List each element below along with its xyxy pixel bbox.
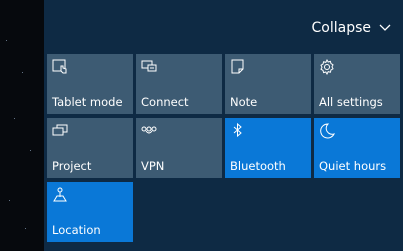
star (14, 118, 15, 119)
tile-label: Bluetooth (230, 159, 286, 173)
tile-label: Location (52, 223, 101, 237)
bluetooth-tile[interactable]: Bluetooth (225, 118, 311, 178)
tile-label: Note (230, 95, 258, 109)
collapse-button[interactable]: Collapse (312, 18, 392, 38)
note-tile[interactable]: Note (225, 54, 311, 114)
action-center-quick-actions: Collapse Tablet mode Connect Note All se… (44, 0, 403, 251)
star (6, 40, 7, 41)
vpn-tile[interactable]: VPN (136, 118, 222, 178)
tile-label: Connect (141, 95, 189, 109)
desktop-background (0, 0, 44, 251)
star (25, 228, 26, 229)
location-icon (51, 186, 69, 204)
bluetooth-icon (229, 122, 247, 140)
tablet-mode-tile[interactable]: Tablet mode (47, 54, 133, 114)
project-tile[interactable]: Project (47, 118, 133, 178)
tile-label: Project (52, 159, 92, 173)
location-tile[interactable]: Location (47, 182, 133, 242)
tile-label: All settings (319, 95, 383, 109)
tile-label: Tablet mode (52, 95, 123, 109)
quiet-hours-tile[interactable]: Quiet hours (314, 118, 400, 178)
settings-gear-icon (318, 58, 336, 76)
vpn-icon (140, 122, 158, 140)
star (9, 200, 10, 201)
tablet-mode-icon (51, 58, 69, 76)
note-icon (229, 58, 247, 76)
star (22, 72, 23, 73)
star (30, 150, 31, 151)
all-settings-tile[interactable]: All settings (314, 54, 400, 114)
project-icon (51, 122, 69, 140)
tile-label: Quiet hours (319, 159, 387, 173)
connect-icon (140, 58, 158, 76)
moon-icon (318, 122, 336, 140)
collapse-label: Collapse (311, 20, 372, 36)
tile-label: VPN (141, 159, 165, 173)
connect-tile[interactable]: Connect (136, 54, 222, 114)
chevron-down-icon (379, 24, 391, 32)
